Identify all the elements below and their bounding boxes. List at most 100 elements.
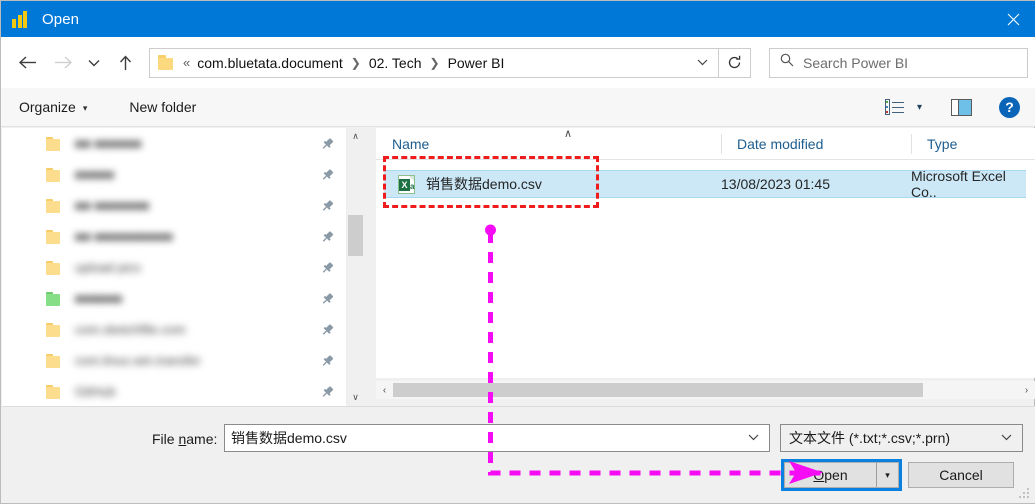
list-item-label: GitHub	[75, 384, 116, 399]
dialog-footer: File name: 销售数据demo.csv 文本文件 (*.txt;*.cs…	[2, 406, 1035, 503]
list-item-label: ■■ ■■■■■■	[75, 136, 142, 151]
recent-locations-button[interactable]	[81, 45, 107, 81]
list-item-label: com.linux.win.transfer	[75, 353, 201, 368]
breadcrumb-separator: ❯	[350, 55, 361, 70]
scrollbar-thumb[interactable]	[393, 383, 923, 397]
close-icon[interactable]	[990, 1, 1035, 37]
file-list-horizontal-scrollbar[interactable]: ‹ ›	[376, 381, 1035, 399]
pin-icon[interactable]	[318, 382, 336, 400]
folder-icon	[158, 55, 176, 70]
chevron-down-icon[interactable]	[748, 432, 759, 444]
list-item[interactable]: upload pics	[2, 252, 352, 283]
column-header-type[interactable]: Type	[911, 128, 1035, 160]
pin-icon[interactable]	[318, 258, 336, 276]
list-item-label: ■■■■■	[75, 167, 115, 182]
scroll-left-icon[interactable]: ‹	[376, 381, 393, 399]
list-item[interactable]: ■■ ■■■■■■	[2, 128, 352, 159]
refresh-button[interactable]	[719, 47, 751, 78]
chevron-down-icon: ▾	[82, 102, 88, 113]
file-name-value: 销售数据demo.csv	[231, 430, 347, 446]
breadcrumb-separator: ❯	[429, 55, 440, 70]
search-input[interactable]: Search Power BI	[769, 47, 1028, 78]
search-placeholder: Search Power BI	[803, 54, 909, 71]
scroll-down-icon[interactable]: ∨	[347, 389, 364, 406]
forward-button[interactable]	[45, 45, 81, 81]
pin-icon[interactable]	[318, 196, 336, 214]
open-file-dialog: Open « com.bluetata.document ❯ 02. Tech …	[0, 0, 1035, 504]
breadcrumb-item-2[interactable]: Power BI	[448, 55, 505, 71]
pin-icon[interactable]	[318, 165, 336, 183]
new-folder-button[interactable]: New folder	[129, 99, 196, 115]
powerbi-icon	[12, 10, 30, 28]
list-item[interactable]: ■■■■■	[2, 159, 352, 190]
breadcrumb-item-1[interactable]: 02. Tech	[369, 55, 422, 71]
scroll-up-icon[interactable]: ∧	[347, 128, 364, 145]
change-view-icon[interactable]	[884, 99, 905, 115]
column-header-date-modified[interactable]: Date modified	[721, 128, 911, 160]
back-button[interactable]	[9, 45, 45, 81]
file-date-cell: 13/08/2023 01:45	[721, 176, 830, 192]
organize-label: Organize	[19, 99, 76, 115]
resize-grip[interactable]	[1019, 488, 1031, 500]
breadcrumb-item-0[interactable]: com.bluetata.document	[197, 55, 343, 71]
list-item-label: com.sketchfile.com	[75, 322, 186, 337]
folder-icon	[46, 229, 63, 244]
file-list-pane: Name ∧ Date modified Type X a 销售数据demo.c…	[376, 128, 1035, 378]
pin-icon[interactable]	[318, 134, 336, 152]
navigation-pane: ■■ ■■■■■■ ■■■■■ ■■ ■■■■■■■ ■■ ■■■■■■■■■■…	[2, 128, 352, 406]
file-type-cell: Microsoft Excel Co..	[911, 168, 1006, 200]
scroll-right-icon[interactable]: ›	[1018, 381, 1035, 399]
help-icon[interactable]: ?	[999, 96, 1020, 118]
pin-icon[interactable]	[318, 227, 336, 245]
cancel-button-label: Cancel	[939, 467, 983, 483]
breadcrumb-leading-separator: «	[183, 55, 191, 70]
title-bar: Open	[1, 1, 1035, 37]
open-button-label: Open	[813, 467, 848, 483]
pin-icon[interactable]	[318, 320, 336, 338]
list-item-label: ■■ ■■■■■■■■■■	[75, 229, 173, 244]
address-dropdown-icon[interactable]	[697, 57, 708, 69]
command-bar: Organize ▾ New folder ▾ ?	[1, 88, 1035, 127]
list-item[interactable]: ■■ ■■■■■■■■■■	[2, 221, 352, 252]
organize-button[interactable]: Organize ▾	[19, 99, 87, 115]
list-item[interactable]: ■■■■■■	[2, 283, 352, 314]
search-icon	[780, 53, 794, 72]
address-bar[interactable]: « com.bluetata.document ❯ 02. Tech ❯ Pow…	[149, 47, 719, 78]
column-headers: Name ∧ Date modified Type	[376, 128, 1035, 160]
column-header-name[interactable]: Name ∧	[376, 128, 721, 160]
folder-icon	[46, 136, 63, 151]
open-button-focus-ring: Open ▾	[781, 459, 902, 491]
list-item-label: ■■ ■■■■■■■	[75, 198, 150, 213]
folder-icon	[46, 322, 63, 337]
pin-icon[interactable]	[318, 289, 336, 307]
table-row[interactable]: X a 销售数据demo.csv 13/08/2023 01:45 Micros…	[384, 168, 1026, 200]
list-item[interactable]: ■■ ■■■■■■■	[2, 190, 352, 221]
cancel-button[interactable]: Cancel	[908, 462, 1014, 488]
up-button[interactable]	[107, 45, 143, 81]
chevron-down-icon[interactable]	[1001, 432, 1012, 444]
new-folder-label: New folder	[129, 99, 197, 115]
folder-icon	[46, 167, 63, 182]
open-dropdown-icon[interactable]: ▾	[876, 463, 898, 487]
view-dropdown-icon[interactable]: ▾	[917, 102, 922, 113]
preview-pane-icon[interactable]	[951, 98, 972, 116]
sidebar-scrollbar[interactable]: ∧ ∨	[346, 128, 363, 406]
file-name-cell: 销售数据demo.csv	[426, 176, 542, 192]
open-button[interactable]: Open ▾	[784, 462, 899, 488]
folder-icon	[46, 260, 63, 275]
window-title: Open	[42, 10, 80, 28]
file-name-input[interactable]: 销售数据demo.csv	[224, 424, 770, 452]
list-item-label: ■■■■■■	[75, 291, 123, 306]
scrollbar-thumb[interactable]	[348, 215, 363, 256]
file-name-label: File name:	[152, 431, 218, 447]
list-item[interactable]: GitHub	[2, 376, 352, 406]
folder-icon	[46, 384, 63, 399]
list-item[interactable]: com.linux.win.transfer	[2, 345, 352, 376]
file-type-dropdown[interactable]: 文本文件 (*.txt;*.csv;*.prn)	[780, 424, 1023, 452]
sort-ascending-icon: ∧	[564, 127, 573, 140]
list-item[interactable]: com.sketchfile.com	[2, 314, 352, 345]
navigation-bar: « com.bluetata.document ❯ 02. Tech ❯ Pow…	[1, 37, 1035, 88]
pin-icon[interactable]	[318, 351, 336, 369]
folder-icon	[46, 353, 63, 368]
folder-icon	[46, 291, 63, 306]
